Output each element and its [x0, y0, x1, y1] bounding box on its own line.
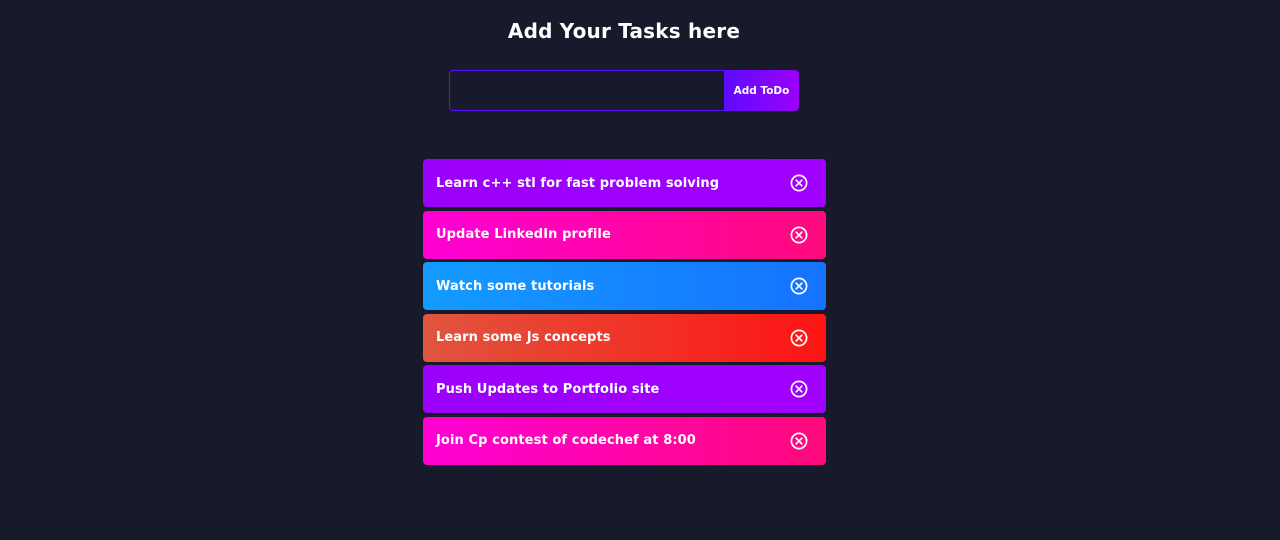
- close-circle-icon[interactable]: [790, 174, 808, 192]
- close-circle-icon[interactable]: [790, 277, 808, 295]
- todo-form: Add ToDo: [449, 70, 799, 111]
- todo-input[interactable]: [449, 70, 724, 111]
- todo-row: Watch some tutorials: [423, 262, 826, 311]
- close-circle-icon[interactable]: [790, 432, 808, 450]
- todo-row: Learn some Js concepts: [423, 313, 826, 362]
- close-circle-icon[interactable]: [790, 329, 808, 347]
- todo-list: Learn c++ stl for fast problem solving U…: [423, 159, 826, 469]
- todo-text[interactable]: Learn some Js concepts: [436, 330, 611, 345]
- todo-text[interactable]: Join Cp contest of codechef at 8:00: [436, 433, 696, 448]
- todo-row: Push Updates to Portfolio site: [423, 365, 826, 414]
- todo-text[interactable]: Update LinkedIn profile: [436, 227, 611, 242]
- todo-text[interactable]: Push Updates to Portfolio site: [436, 382, 659, 397]
- todo-row: Update LinkedIn profile: [423, 210, 826, 259]
- todo-row: Learn c++ stl for fast problem solving: [423, 159, 826, 207]
- todo-app: Add Your Tasks here Add ToDo Learn c++ s…: [0, 0, 1280, 540]
- close-circle-icon[interactable]: [790, 226, 808, 244]
- add-todo-button[interactable]: Add ToDo: [724, 70, 799, 111]
- todo-text[interactable]: Learn c++ stl for fast problem solving: [436, 176, 719, 191]
- page-title: Add Your Tasks here: [507, 19, 741, 43]
- todo-text[interactable]: Watch some tutorials: [436, 279, 594, 294]
- todo-row: Join Cp contest of codechef at 8:00: [423, 416, 826, 465]
- close-circle-icon[interactable]: [790, 380, 808, 398]
